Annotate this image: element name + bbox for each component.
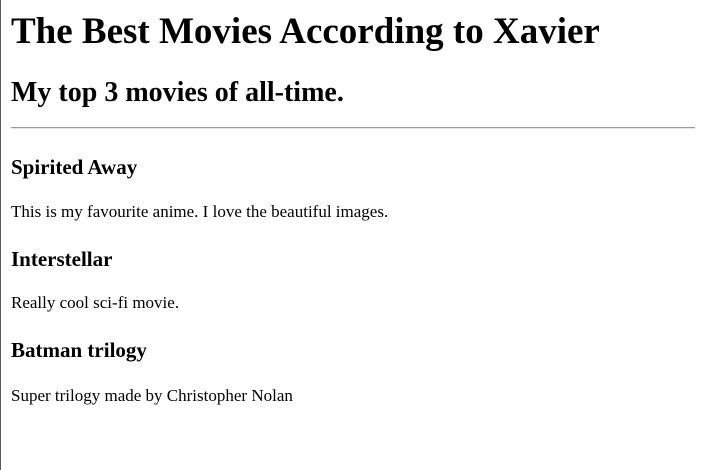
movie-description-batman-trilogy: Super trilogy made by Christopher Nolan [11, 386, 293, 405]
page-content: The Best Movies According to Xavier My t… [11, 0, 695, 406]
page-subtitle: My top 3 movies of all-time. [11, 77, 344, 108]
movie-title-spirited-away: Spirited Away [11, 155, 138, 179]
divider [11, 127, 695, 129]
movie-description-spirited-away: This is my favourite anime. I love the b… [11, 202, 389, 221]
movie-title-interstellar: Interstellar [11, 247, 113, 271]
movie-title-batman-trilogy: Batman trilogy [11, 338, 147, 362]
movie-description-interstellar: Really cool sci-fi movie. [11, 293, 180, 312]
movie-list: Spirited Away This is my favourite anime… [11, 155, 695, 406]
page-title: The Best Movies According to Xavier [11, 11, 600, 52]
